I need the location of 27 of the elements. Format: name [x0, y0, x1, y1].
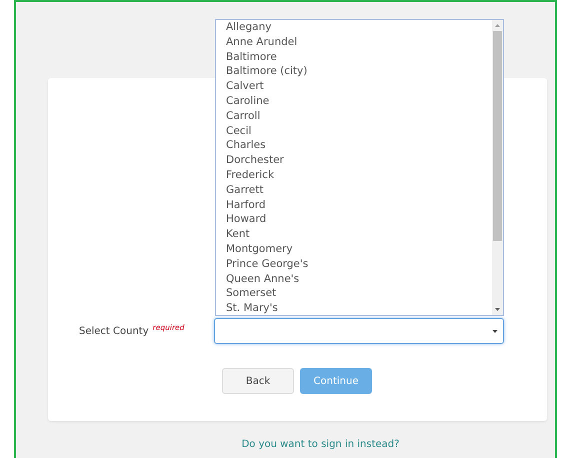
county-option[interactable]: Queen Anne's [226, 272, 492, 286]
county-option[interactable]: Baltimore (city) [226, 64, 492, 80]
county-option[interactable]: Kent [226, 227, 492, 242]
scrollbar-thumb[interactable] [493, 31, 502, 241]
county-option[interactable]: Montgomery [226, 242, 492, 257]
county-option[interactable]: Charles [226, 138, 492, 154]
county-select[interactable] [214, 318, 504, 344]
county-option[interactable]: Howard [226, 212, 492, 228]
county-option[interactable]: Anne Arundel [226, 34, 492, 50]
county-option[interactable]: Carroll [226, 108, 492, 124]
sign-in-link[interactable]: Do you want to sign in instead? [242, 439, 400, 450]
county-option[interactable]: Baltimore [226, 50, 492, 64]
county-option[interactable]: Allegany [226, 20, 492, 35]
county-option[interactable]: St. Mary's [226, 301, 492, 315]
county-option[interactable]: Garrett [226, 182, 492, 198]
caret-icon [492, 328, 498, 334]
back-button[interactable]: Back [222, 368, 294, 394]
county-option[interactable]: Calvert [226, 79, 492, 94]
scrollbar[interactable] [492, 20, 503, 315]
county-option[interactable]: Caroline [226, 94, 492, 109]
field-label: Select County [79, 326, 149, 336]
county-option[interactable]: Frederick [226, 168, 492, 183]
county-option[interactable]: Cecil [226, 124, 492, 138]
county-option[interactable]: Somerset [226, 286, 492, 302]
county-option[interactable]: Prince George's [226, 256, 492, 272]
county-option[interactable]: Dorchester [226, 153, 492, 168]
county-option[interactable]: Harford [226, 198, 492, 212]
